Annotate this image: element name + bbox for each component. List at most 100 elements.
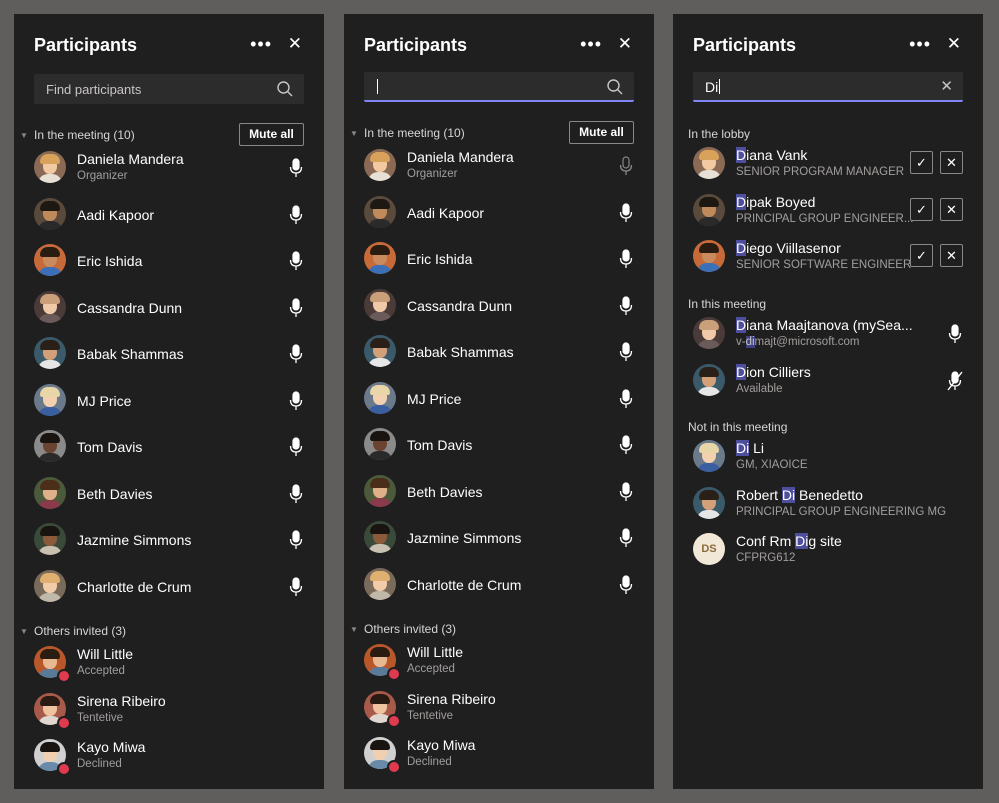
lobby-row[interactable]: Diana Vank SENIOR PROGRAM MANAGER ✓ ✕ <box>673 142 983 186</box>
participant-row[interactable]: Beth Davies <box>344 470 654 514</box>
participants-panel-default: Participants ••• ✕ Find participants ▼ In… <box>14 14 324 789</box>
microphone-icon[interactable] <box>288 251 304 271</box>
participant-row[interactable]: Charlotte de Crum <box>344 563 654 607</box>
invite-status: Declined <box>77 758 122 770</box>
search-input[interactable]: Di <box>705 79 721 95</box>
microphone-icon[interactable] <box>618 528 634 548</box>
avatar <box>364 428 396 460</box>
microphone-icon[interactable] <box>288 204 304 225</box>
name-text: ion Cilliers <box>746 363 811 380</box>
mute-all-button[interactable]: Mute all <box>239 123 304 146</box>
search-icon[interactable] <box>606 78 624 96</box>
more-options-icon[interactable]: ••• <box>250 32 272 56</box>
more-options-icon[interactable]: ••• <box>580 32 602 56</box>
microphone-icon[interactable] <box>288 344 304 364</box>
microphone-icon[interactable] <box>618 481 634 502</box>
microphone-icon[interactable] <box>288 390 304 411</box>
participant-row[interactable]: Eric Ishida <box>344 237 654 281</box>
microphone-icon[interactable] <box>618 342 634 362</box>
close-icon[interactable]: ✕ <box>288 32 302 56</box>
microphone-icon[interactable] <box>618 249 634 269</box>
others-invited-section-header[interactable]: ▼ Others invited (3) <box>350 622 456 636</box>
microphone-icon[interactable] <box>618 574 634 595</box>
microphone-off-icon[interactable] <box>947 370 963 391</box>
avatar-initials: DS <box>693 533 725 565</box>
participant-row[interactable]: Diana Maajtanova (mySea... v-dimajt@micro… <box>673 312 983 356</box>
participant-title: GM, XIAOICE <box>736 459 808 471</box>
participant-row[interactable]: Dion Cilliers Available <box>673 359 983 403</box>
mute-all-button[interactable]: Mute all <box>569 121 634 144</box>
deny-close-icon[interactable]: ✕ <box>940 244 963 267</box>
participant-row[interactable]: Aadi Kapoor <box>344 191 654 235</box>
not-in-meeting-row[interactable]: Robert Di Benedetto PRINCIPAL GROUP ENGIN… <box>673 482 983 526</box>
invitee-name: Will Little <box>407 644 464 660</box>
others-invited-section-header[interactable]: ▼ Others invited (3) <box>20 624 126 638</box>
in-meeting-section-header[interactable]: ▼ In the meeting (10) <box>20 128 135 142</box>
participant-row[interactable]: Cassandra Dunn <box>344 284 654 328</box>
microphone-icon[interactable] <box>618 202 634 223</box>
participant-name: Aadi Kapoor <box>407 204 485 221</box>
microphone-icon[interactable] <box>288 158 304 178</box>
close-icon[interactable]: ✕ <box>618 32 632 56</box>
avatar <box>693 147 725 179</box>
deny-close-icon[interactable]: ✕ <box>940 151 963 174</box>
microphone-icon[interactable] <box>618 388 634 409</box>
participant-row[interactable]: Daniela Mandera Organizer <box>14 146 324 190</box>
microphone-icon[interactable] <box>288 576 304 597</box>
invite-status: Declined <box>407 756 452 768</box>
not-in-meeting-row[interactable]: DS Conf Rm Dig site CFPRG612 <box>673 528 983 572</box>
microphone-icon[interactable] <box>288 437 304 457</box>
participant-row[interactable]: Tom Davis <box>14 425 324 469</box>
close-icon[interactable]: ✕ <box>947 32 961 56</box>
invited-row[interactable]: Kayo Miwa Declined <box>14 734 324 778</box>
deny-close-icon[interactable]: ✕ <box>940 197 963 221</box>
participant-row[interactable]: MJ Price <box>344 377 654 421</box>
microphone-icon[interactable] <box>618 435 634 455</box>
participant-name: Robert Di Benedetto <box>736 486 863 503</box>
invited-row[interactable]: Kayo Miwa Declined <box>344 732 654 776</box>
invited-row[interactable]: Sirena Ribeiro Tentetive <box>14 688 324 732</box>
microphone-icon[interactable] <box>288 297 304 318</box>
more-options-icon[interactable]: ••• <box>909 32 931 56</box>
admit-check-icon[interactable]: ✓ <box>910 244 933 267</box>
microphone-icon[interactable] <box>947 324 963 344</box>
admit-check-icon[interactable]: ✓ <box>910 151 933 174</box>
invited-row[interactable]: Sirena Ribeiro Tentetive <box>344 686 654 730</box>
microphone-icon[interactable] <box>288 530 304 550</box>
search-icon[interactable] <box>276 80 294 98</box>
search-match-highlight: di <box>745 336 755 348</box>
microphone-icon[interactable] <box>618 295 634 316</box>
participant-row[interactable]: Jazmine Simmons <box>344 516 654 560</box>
participant-row[interactable]: Babak Shammas <box>14 332 324 376</box>
microphone-icon[interactable] <box>288 483 304 504</box>
participant-title: PRINCIPAL GROUP ENGINEER... <box>736 212 914 225</box>
search-field[interactable]: Find participants <box>34 74 304 104</box>
participant-row[interactable]: Charlotte de Crum <box>14 565 324 609</box>
participant-row[interactable]: Beth Davies <box>14 472 324 516</box>
not-in-meeting-row[interactable]: Di Li GM, XIAOICE <box>673 435 983 479</box>
search-input-caret[interactable] <box>376 79 378 95</box>
search-field[interactable]: Di ✕ <box>693 72 963 102</box>
participant-row[interactable]: Eric Ishida <box>14 239 324 283</box>
participant-name: Beth Davies <box>77 485 153 502</box>
invited-row[interactable]: Will Little Accepted <box>14 641 324 685</box>
participant-row[interactable]: Daniela Mandera Organizer <box>344 144 654 188</box>
avatar <box>34 244 66 276</box>
invited-row[interactable]: Will Little Accepted <box>344 639 654 683</box>
participant-row[interactable]: Babak Shammas <box>344 330 654 374</box>
name-text: iego Viillasenor <box>746 240 841 256</box>
clear-search-icon[interactable]: ✕ <box>940 77 953 95</box>
participant-row[interactable]: Cassandra Dunn <box>14 286 324 330</box>
admit-check-icon[interactable]: ✓ <box>910 197 933 221</box>
participant-row[interactable]: MJ Price <box>14 379 324 423</box>
microphone-icon[interactable] <box>618 156 634 176</box>
lobby-row[interactable]: Dipak Boyed PRINCIPAL GROUP ENGINEER... ✓ ✕ <box>673 189 983 233</box>
participant-row[interactable]: Aadi Kapoor <box>14 193 324 237</box>
participant-row[interactable]: Tom Davis <box>344 423 654 467</box>
participant-name: Jazmine Simmons <box>77 532 192 548</box>
search-field[interactable] <box>364 72 634 102</box>
participant-row[interactable]: Jazmine Simmons <box>14 518 324 562</box>
lobby-row[interactable]: Diego Viillasenor SENIOR SOFTWARE ENGINEE… <box>673 235 983 279</box>
participant-name: Eric Ishida <box>77 253 143 269</box>
in-meeting-section-header[interactable]: ▼ In the meeting (10) <box>350 126 465 140</box>
